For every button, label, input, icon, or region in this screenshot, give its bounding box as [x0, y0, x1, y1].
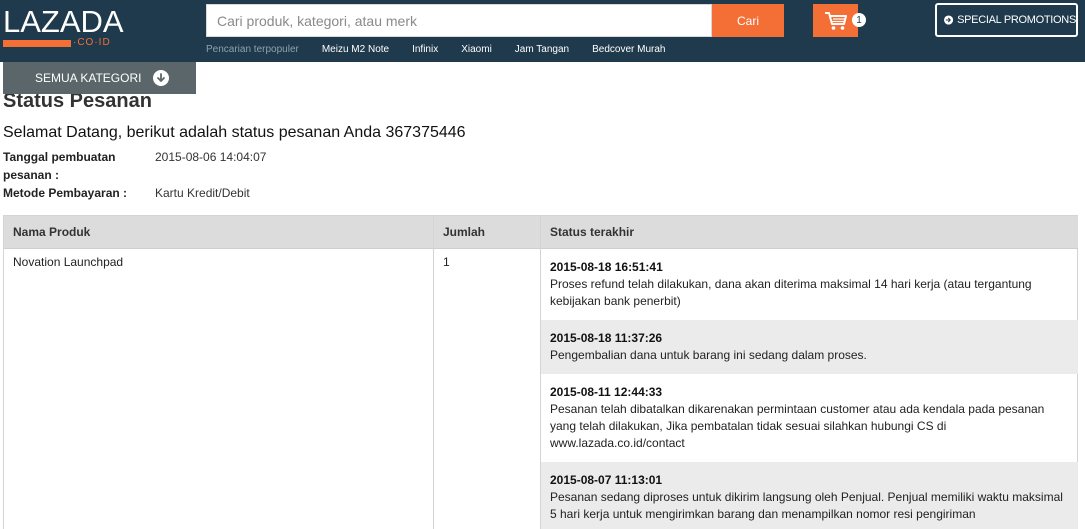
cart-icon: [824, 11, 847, 30]
logo-domain: ·CO·ID: [73, 37, 111, 48]
popular-link[interactable]: Bedcover Murah: [592, 44, 665, 55]
status-text: Pesanan sedang diproses untuk dikirim la…: [550, 490, 1063, 521]
status-entry: 2015-08-18 16:51:41 Proses refund telah …: [541, 249, 1078, 320]
payment-method-value: Kartu Kredit/Debit: [155, 186, 250, 200]
order-date-label-line2: pesanan :: [3, 168, 60, 182]
column-header-quantity: Jumlah: [434, 216, 541, 249]
status-text: Pengembalian dana untuk barang ini sedan…: [550, 348, 867, 362]
status-text: Proses refund telah dilakukan, dana akan…: [550, 277, 1032, 308]
order-status-table: Nama Produk Jumlah Status terakhir Novat…: [3, 215, 1078, 529]
quantity-cell: 1: [443, 255, 450, 269]
order-date-label-line1: Tanggal pembuatan: [3, 150, 116, 164]
status-entry: 2015-08-18 11:37:26 Pengembalian dana un…: [541, 320, 1078, 374]
popular-link[interactable]: Jam Tangan: [515, 44, 569, 55]
welcome-message: Selamat Datang, berikut adalah status pe…: [3, 124, 466, 141]
special-promotions-button[interactable]: SPECIAL PROMOTIONS: [935, 3, 1078, 37]
arrow-circle-icon: [944, 15, 954, 25]
status-date: 2015-08-18 16:51:41: [550, 260, 663, 274]
cart-count-badge: 1: [852, 13, 866, 27]
lazada-logo[interactable]: LAZADA ·CO·ID: [3, 6, 124, 50]
logo-bar: [3, 40, 71, 47]
status-date: 2015-08-07 11:13:01: [550, 473, 663, 487]
all-categories-label: SEMUA KATEGORI: [35, 71, 142, 85]
order-date-value: 2015-08-06 14:04:07: [155, 150, 267, 164]
status-entry: 2015-08-07 11:13:01 Pesanan sedang dipro…: [541, 462, 1078, 529]
search-input[interactable]: [207, 5, 711, 36]
search-box: [206, 4, 712, 37]
payment-method-label: Metode Pembayaran :: [3, 186, 128, 200]
popular-link[interactable]: Xiaomi: [461, 44, 492, 55]
column-header-product: Nama Produk: [4, 216, 434, 249]
status-entry: 2015-08-11 12:44:33 Pesanan telah dibata…: [541, 374, 1078, 462]
status-date: 2015-08-18 11:37:26: [550, 331, 663, 345]
column-header-status: Status terakhir: [541, 216, 1078, 249]
status-date: 2015-08-11 12:44:33: [550, 385, 663, 399]
logo-wordmark: LAZADA: [3, 4, 124, 39]
search-button[interactable]: Cari: [712, 4, 784, 37]
arrow-down-circle-icon: [153, 70, 170, 86]
popular-searches: Pencarian terpopuler Meizu M2 Note Infin…: [206, 42, 688, 56]
product-name-cell: Novation Launchpad: [13, 255, 124, 269]
site-header: LAZADA ·CO·ID Cari Pencarian terpopuler …: [0, 0, 1085, 62]
popular-link[interactable]: Meizu M2 Note: [322, 44, 389, 55]
special-promotions-label: SPECIAL PROMOTIONS: [957, 14, 1076, 26]
status-text: Pesanan telah dibatalkan dikarenakan per…: [550, 402, 1045, 450]
popular-link[interactable]: Infinix: [412, 44, 438, 55]
all-categories-button[interactable]: SEMUA KATEGORI: [3, 62, 196, 94]
status-history: 2015-08-18 16:51:41 Proses refund telah …: [541, 249, 1078, 529]
popular-searches-label: Pencarian terpopuler: [206, 43, 299, 55]
